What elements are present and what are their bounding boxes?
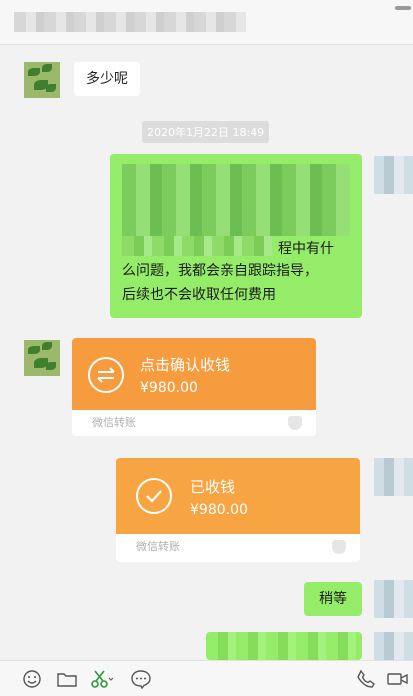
redacted-text [122, 164, 350, 236]
redacted-title [14, 12, 246, 32]
scissors-icon[interactable] [90, 669, 116, 693]
input-toolbar [0, 660, 413, 696]
contact-avatar[interactable] [24, 340, 60, 376]
transfer-footer: 微信转账 [72, 410, 316, 436]
incoming-message[interactable]: 多少呢 [74, 62, 140, 96]
transfer-amount: ¥980.00 [140, 380, 198, 396]
self-avatar[interactable] [374, 632, 413, 660]
transfer-pending-card[interactable]: 点击确认收钱 ¥980.00 微信转账 [72, 338, 316, 436]
shield-icon [288, 416, 302, 430]
self-avatar[interactable] [374, 580, 413, 618]
transfer-pending-top: 点击确认收钱 ¥980.00 [72, 338, 316, 410]
transfer-footer-label: 微信转账 [136, 540, 180, 553]
transfer-title: 已收钱 [190, 478, 236, 496]
outgoing-message-partial[interactable] [206, 632, 362, 660]
transfer-arrows-icon [88, 357, 124, 393]
chat-bubble-icon[interactable] [130, 669, 152, 693]
self-avatar[interactable] [374, 458, 413, 496]
outgoing-message[interactable]: 程中有什 么问题，我都会亲自跟踪指导， 后续也不会收取任何费用 [110, 154, 362, 318]
transfer-title: 点击确认收钱 [140, 356, 231, 374]
transfer-received-card[interactable]: 已收钱 ¥980.00 微信转账 [116, 458, 360, 562]
outgoing-message[interactable]: 稍等 [304, 582, 362, 616]
menu-dots-icon[interactable] [395, 6, 411, 10]
emoji-icon[interactable] [22, 669, 42, 693]
message-line: 程中有什 [278, 241, 334, 257]
folder-icon[interactable] [56, 669, 78, 693]
check-circle-icon [136, 478, 172, 514]
transfer-footer-label: 微信转账 [92, 416, 136, 429]
transfer-received-top: 已收钱 ¥980.00 [116, 458, 360, 534]
message-line: 么问题，我都会亲自跟踪指导， [122, 263, 318, 279]
message-timestamp: 2020年1月22日 18:49 [142, 121, 270, 143]
video-icon[interactable] [386, 669, 410, 693]
phone-icon[interactable] [356, 669, 376, 693]
transfer-footer: 微信转账 [116, 534, 360, 560]
redacted-text [122, 236, 272, 256]
self-avatar[interactable] [374, 156, 413, 194]
contact-avatar[interactable] [24, 62, 60, 98]
chat-header [0, 0, 413, 45]
shield-icon [332, 540, 346, 554]
message-line: 后续也不会收取任何费用 [122, 287, 276, 303]
transfer-amount: ¥980.00 [190, 502, 248, 518]
